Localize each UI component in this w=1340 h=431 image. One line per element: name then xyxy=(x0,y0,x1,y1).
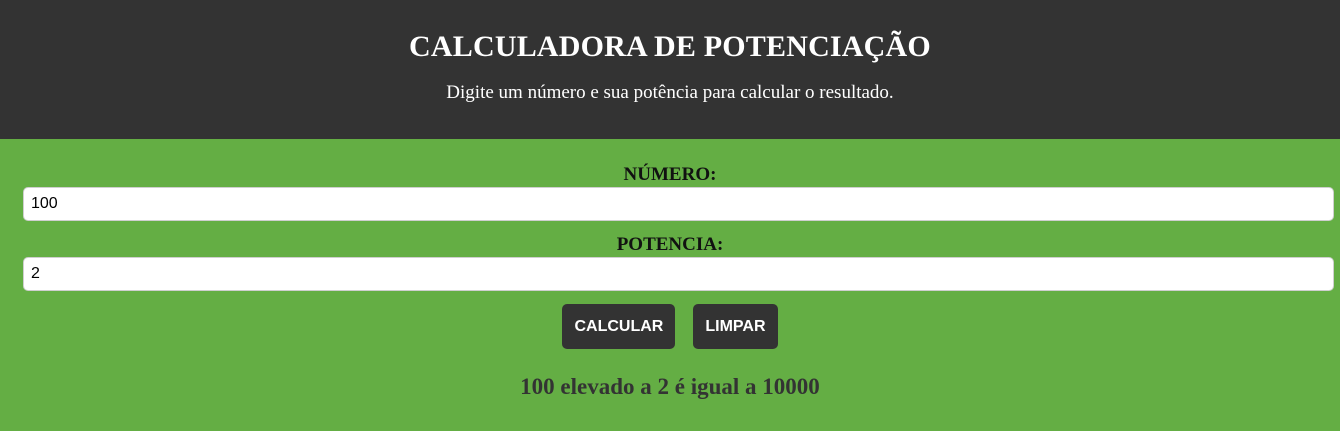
potencia-input[interactable] xyxy=(23,257,1334,291)
page-header: CALCULADORA DE POTENCIAÇÃO Digite um núm… xyxy=(0,0,1340,139)
limpar-button[interactable]: LIMPAR xyxy=(693,304,778,349)
potencia-label: POTENCIA: xyxy=(616,234,724,255)
calculator-form: NÚMERO: POTENCIA: CALCULAR LIMPAR 100 ele… xyxy=(0,139,1340,431)
numero-label: NÚMERO: xyxy=(623,164,717,185)
page-title: CALCULADORA DE POTENCIAÇÃO xyxy=(409,30,931,63)
calcular-button[interactable]: CALCULAR xyxy=(562,304,676,349)
numero-input[interactable] xyxy=(23,187,1334,221)
result-text: 100 elevado a 2 é igual a 10000 xyxy=(520,374,820,399)
page-subtitle: Digite um número e sua potência para cal… xyxy=(446,82,894,103)
button-group: CALCULAR LIMPAR xyxy=(0,304,1340,349)
